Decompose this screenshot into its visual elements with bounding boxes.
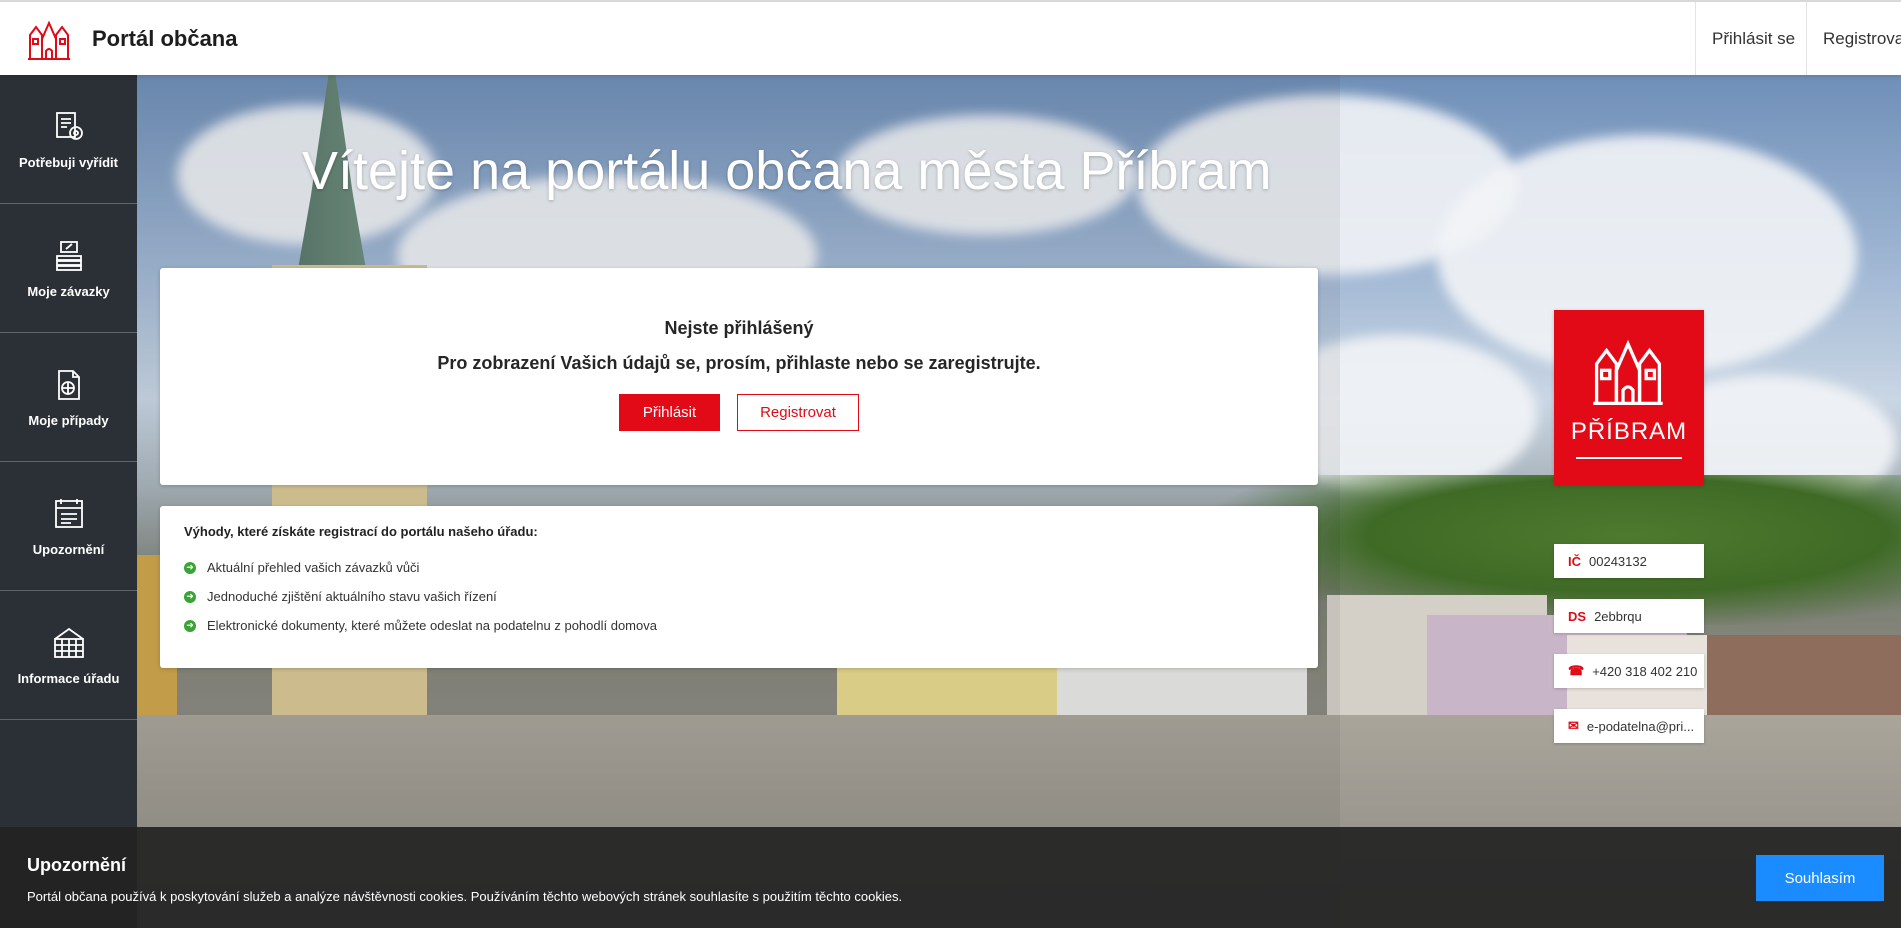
login-link[interactable]: Přihlásit se: [1695, 2, 1811, 75]
sidebar-item-moje-zavazky[interactable]: Moje závazky: [0, 204, 137, 333]
check-circle-icon: ➜: [184, 590, 196, 603]
register-link[interactable]: Registrovat: [1806, 2, 1901, 75]
ic-label: IČ: [1568, 553, 1581, 569]
sidebar-item-label: Moje případy: [28, 412, 109, 428]
benefits-title: Výhody, které získáte registrací do port…: [184, 524, 538, 539]
benefit-item: ➜ Elektronické dokumenty, které můžete o…: [184, 618, 657, 633]
cookie-accept-button[interactable]: Souhlasím: [1756, 855, 1884, 901]
ic-value: 00243132: [1589, 553, 1647, 569]
email-info[interactable]: ✉ e-podatelna@pri...: [1554, 709, 1704, 743]
city-name: PŘÍBRAM: [1570, 418, 1688, 445]
city-logo-icon[interactable]: [26, 17, 72, 63]
envelope-icon: ✉: [1568, 718, 1579, 733]
sidebar-item-informace-uradu[interactable]: Informace úřadu: [0, 591, 137, 720]
building-icon: [53, 627, 84, 658]
benefit-text: Aktuální přehled vašich závazků vůči: [207, 560, 420, 575]
top-header: Portál občana Přihlásit se Registrovat: [0, 0, 1901, 75]
benefit-item: ➜ Jednoduché zjištění aktuálního stavu v…: [184, 589, 497, 604]
register-button[interactable]: Registrovat: [737, 394, 859, 431]
ds-label: DS: [1568, 608, 1587, 624]
sidebar-item-label: Potřebuji vyřídit: [19, 154, 118, 170]
login-card-title: Nejste přihlášený: [664, 318, 814, 338]
login-button[interactable]: Přihlásit: [619, 394, 720, 431]
cookie-title: Upozornění: [27, 855, 126, 875]
sidebar-item-label: Informace úřadu: [17, 670, 120, 686]
sidebar-item-label: Upozornění: [32, 541, 105, 557]
ic-info: IČ 00243132: [1554, 544, 1704, 578]
app-title[interactable]: Portál občana: [92, 26, 237, 52]
city-emblem-icon: [1593, 339, 1663, 406]
cookie-banner: Upozornění Portál občana používá k posky…: [0, 827, 1901, 928]
sidebar: Potřebuji vyřídit Moje závazky Moje příp…: [0, 75, 137, 928]
ds-info: DS 2ebbrqu: [1554, 599, 1704, 633]
ds-value: 2ebbrqu: [1594, 608, 1642, 624]
sidebar-item-potrebuji-vyridit[interactable]: Potřebuji vyřídit: [0, 75, 137, 204]
benefit-text: Elektronické dokumenty, které můžete ode…: [207, 618, 657, 633]
login-card: Nejste přihlášený Pro zobrazení Vašich ú…: [160, 268, 1318, 485]
hero-title: Vítejte na portálu občana města Příbram: [302, 141, 1272, 201]
cookie-text: Portál občana používá k poskytování služ…: [27, 889, 903, 904]
hero-background-photo: [137, 75, 1901, 928]
document-gear-icon: [55, 111, 83, 140]
city-badge: PŘÍBRAM: [1554, 310, 1704, 485]
benefit-text: Jednoduché zjištění aktuálního stavu vaš…: [207, 589, 497, 604]
login-card-subtitle: Pro zobrazení Vašich údajů se, prosím, p…: [437, 353, 1041, 373]
email-value: e-podatelna@pri...: [1586, 718, 1695, 734]
folder-case-icon: [57, 369, 80, 400]
check-circle-icon: ➜: [184, 619, 196, 632]
phone-info[interactable]: ☎ +420 318 402 210: [1554, 654, 1704, 688]
benefit-item: ➜ Aktuální přehled vašich závazků vůči: [184, 560, 419, 575]
phone-value: +420 318 402 210: [1592, 663, 1698, 679]
check-circle-icon: ➜: [184, 561, 196, 574]
sidebar-item-label: Moje závazky: [27, 283, 110, 299]
calendar-icon: [54, 498, 83, 528]
sidebar-item-upozorneni[interactable]: Upozornění: [0, 462, 137, 591]
phone-icon: ☎: [1568, 663, 1585, 678]
benefits-card: Výhody, které získáte registrací do port…: [160, 506, 1318, 668]
sidebar-item-moje-pripady[interactable]: Moje případy: [0, 333, 137, 462]
money-stack-icon: [55, 240, 82, 271]
